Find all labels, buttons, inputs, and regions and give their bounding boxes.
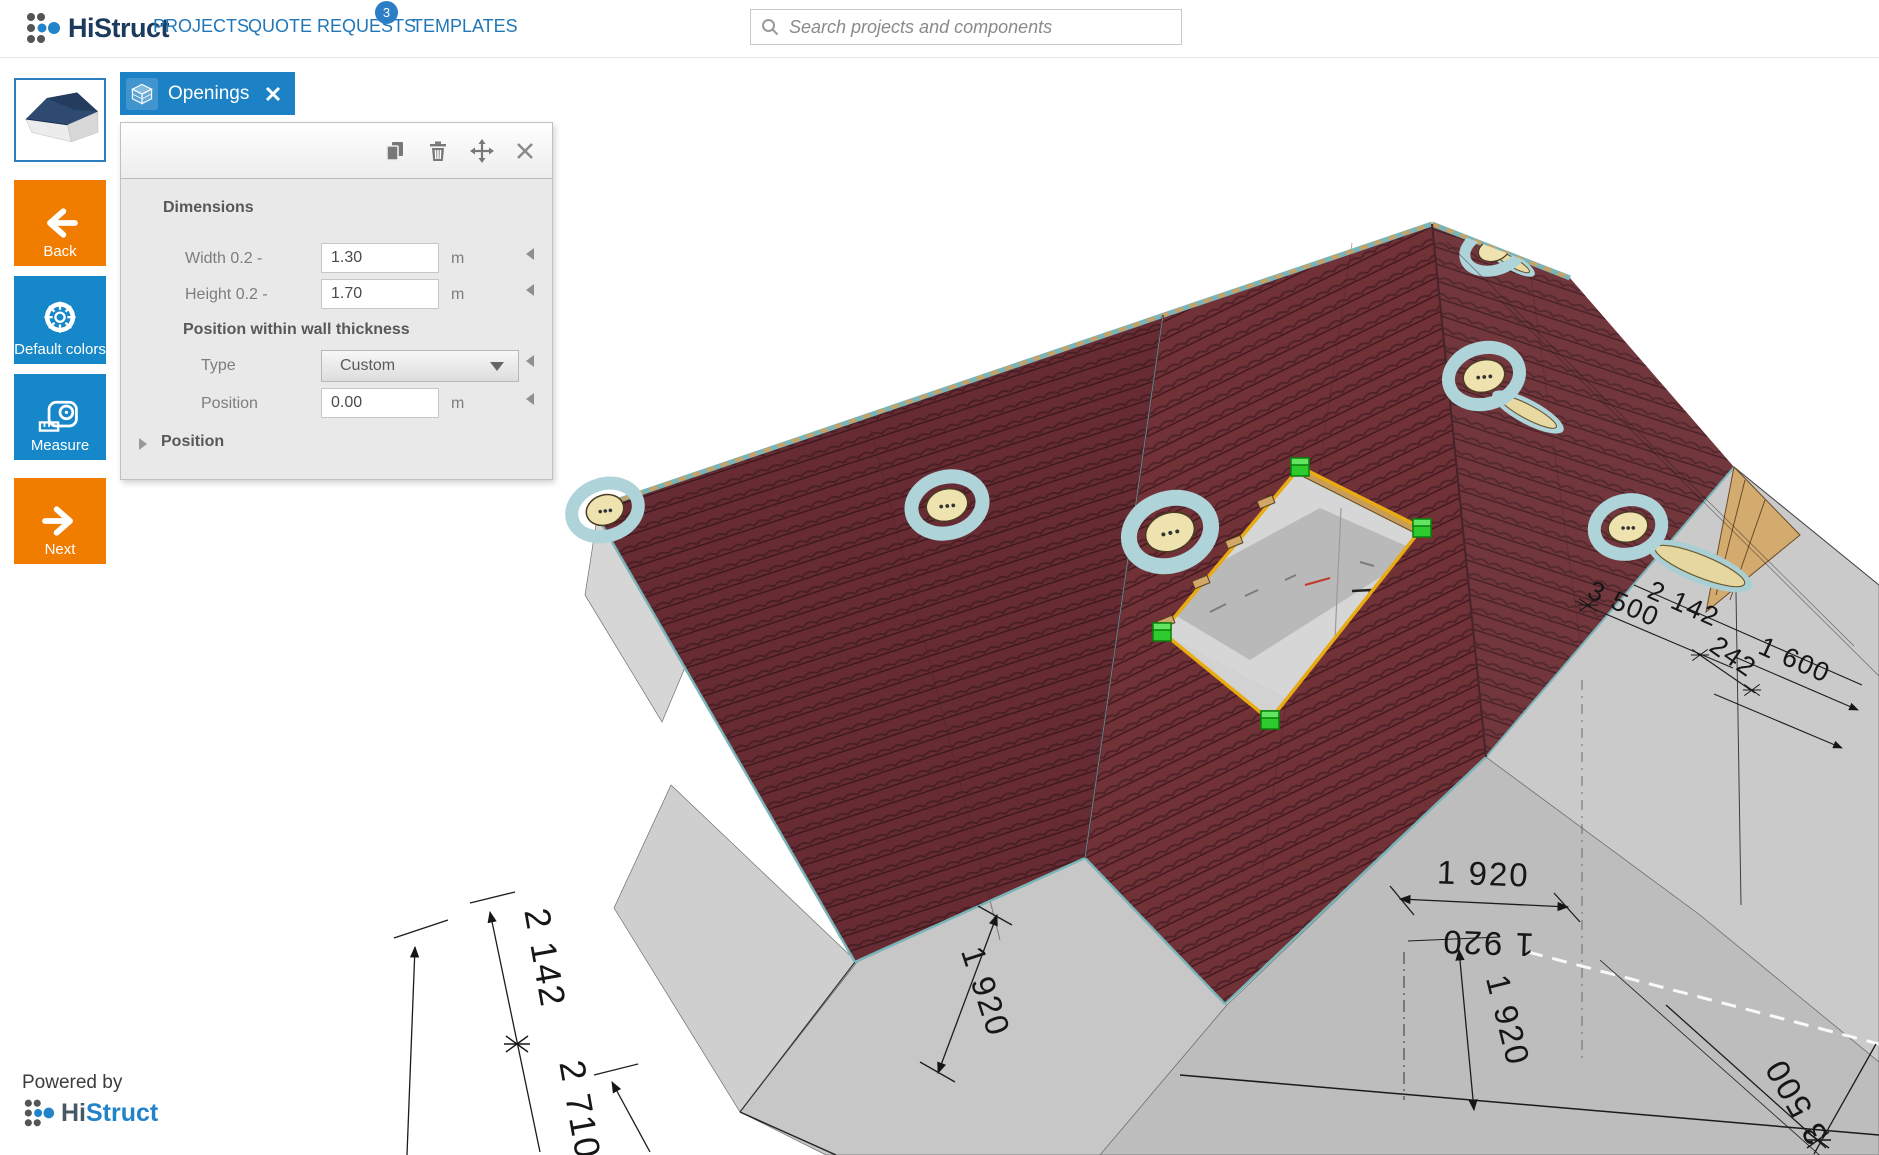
position-input[interactable] xyxy=(321,388,439,418)
dropdown-arrow-icon xyxy=(490,362,504,371)
height-input[interactable] xyxy=(321,279,439,309)
opening-properties-panel: Dimensions Width 0.2 - m Height 0.2 - m … xyxy=(120,122,553,480)
brand-logo[interactable]: HiStruct xyxy=(24,10,169,46)
back-button-label: Back xyxy=(43,243,76,266)
section-position-wall: Position within wall thickness xyxy=(183,321,410,339)
type-field-label: Type xyxy=(201,357,236,375)
search-icon xyxy=(761,18,779,36)
next-button-label: Next xyxy=(45,541,76,564)
powered-by: Powered by HiStruct xyxy=(22,1072,158,1129)
position-group-expand-icon[interactable] xyxy=(139,438,147,450)
tab-openings[interactable]: Openings xyxy=(120,72,295,115)
type-dropdown[interactable]: Custom xyxy=(321,350,519,382)
tab-openings-label: Openings xyxy=(168,83,249,105)
back-arrow-icon xyxy=(37,203,83,243)
dimension-label: 2 142 xyxy=(516,905,574,1011)
search-input[interactable] xyxy=(787,16,1171,39)
structure-cube-icon xyxy=(126,78,158,110)
width-unit: m xyxy=(451,250,464,268)
next-button[interactable]: Next xyxy=(14,478,106,564)
section-dimensions: Dimensions xyxy=(163,199,254,217)
type-dropdown-value: Custom xyxy=(340,357,395,375)
default-colors-button[interactable]: Default colors xyxy=(14,276,106,364)
width-collapse-icon[interactable] xyxy=(526,248,534,260)
move-icon[interactable] xyxy=(470,139,494,163)
quote-requests-badge: 3 xyxy=(375,1,398,24)
position-field-label: Position xyxy=(201,395,258,413)
dimension-label: 1 920 xyxy=(1436,853,1530,893)
search-bar[interactable] xyxy=(750,9,1182,45)
color-wheel-icon xyxy=(37,297,83,341)
height-unit: m xyxy=(451,286,464,304)
section-position-group[interactable]: Position xyxy=(161,433,224,451)
back-button[interactable]: Back xyxy=(14,180,106,266)
position-unit: m xyxy=(451,395,464,413)
measure-button[interactable]: Measure xyxy=(14,374,106,460)
dimension-label: 2 710 xyxy=(551,1057,609,1155)
width-input[interactable] xyxy=(321,243,439,273)
nav-item-templates[interactable]: TEMPLATES xyxy=(412,16,518,37)
height-field-label: Height 0.2 - xyxy=(185,286,268,304)
measure-tape-icon xyxy=(36,395,84,437)
house-thumbnail-icon xyxy=(18,83,102,157)
copy-icon[interactable] xyxy=(384,140,406,162)
panel-toolbar xyxy=(121,123,552,179)
footer-brand-title: HiStruct xyxy=(61,1099,158,1128)
width-field-label: Width 0.2 - xyxy=(185,250,262,268)
measure-button-label: Measure xyxy=(31,437,89,460)
tab-close-icon[interactable] xyxy=(265,86,281,102)
top-navigation-bar: HiStruct PROJECTS QUOTE REQUESTS 3 TEMPL… xyxy=(0,0,1879,58)
default-colors-button-label: Default colors xyxy=(14,341,106,364)
type-collapse-icon[interactable] xyxy=(526,355,534,367)
height-collapse-icon[interactable] xyxy=(526,284,534,296)
powered-by-label: Powered by xyxy=(22,1072,158,1094)
nav-item-projects[interactable]: PROJECTS xyxy=(153,16,249,37)
trash-icon[interactable] xyxy=(428,140,448,162)
model-thumbnail-button[interactable] xyxy=(14,78,106,162)
dimension-label: 1 920 xyxy=(1441,923,1535,963)
next-arrow-icon xyxy=(37,501,83,541)
position-collapse-icon[interactable] xyxy=(526,393,534,405)
footer-brand-logo-icon xyxy=(22,1097,56,1129)
brand-logo-icon xyxy=(24,10,62,46)
panel-close-icon[interactable] xyxy=(516,142,534,160)
